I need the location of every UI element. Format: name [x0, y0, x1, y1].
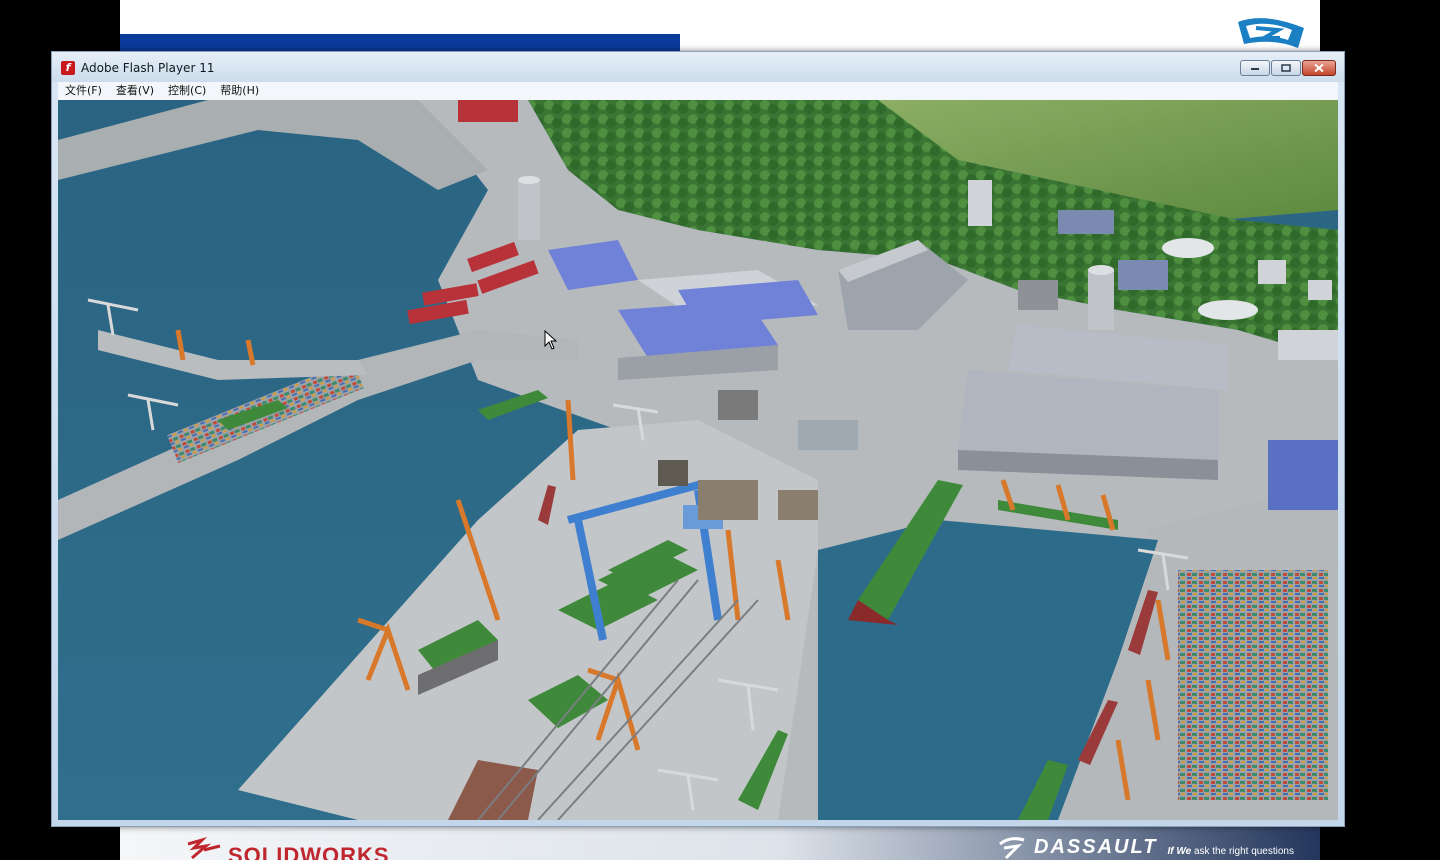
shipyard-scene: [58, 100, 1338, 820]
solidworks-mark-icon: [187, 836, 221, 860]
maximize-button[interactable]: [1271, 60, 1301, 76]
flash-player-window[interactable]: f Adobe Flash Player 11 文件(F) 查看(V) 控制(C…: [51, 51, 1345, 827]
menu-file[interactable]: 文件(F): [58, 82, 109, 100]
menu-control[interactable]: 控制(C): [161, 82, 213, 100]
minimize-button[interactable]: [1240, 60, 1270, 76]
flash-player-icon: f: [61, 61, 75, 75]
slide-header-bar: [120, 34, 680, 52]
window-title: Adobe Flash Player 11: [81, 61, 215, 75]
tagline-text: ask the right questions: [1193, 845, 1294, 857]
close-button[interactable]: [1302, 60, 1336, 76]
slide-footer: SOLIDWORKS DASSAULT If We ask the right …: [120, 826, 1320, 860]
window-controls: [1240, 60, 1336, 76]
dassault-logo: DASSAULT If We ask the right questions: [996, 834, 1294, 860]
flash-content-area[interactable]: [58, 100, 1338, 820]
container-stacks-right: [1178, 570, 1328, 800]
slide-header-bar-tip: [660, 34, 680, 52]
title-bar[interactable]: f Adobe Flash Player 11: [52, 52, 1344, 82]
menu-bar: 文件(F) 查看(V) 控制(C) 帮助(H): [58, 82, 1338, 100]
tagline-bold: If We: [1167, 845, 1192, 857]
close-icon: [1314, 63, 1324, 73]
dassault-mark-icon: [999, 837, 1025, 860]
minimize-icon: [1251, 68, 1259, 70]
ds-logo-icon: [1238, 18, 1304, 48]
solidworks-logo-text: SOLIDWORKS: [228, 844, 390, 860]
dassault-logo-text: DASSAULT: [1034, 835, 1158, 858]
maximize-icon: [1281, 64, 1291, 72]
solidworks-logo: SOLIDWORKS: [184, 836, 390, 860]
menu-help[interactable]: 帮助(H): [213, 82, 266, 100]
dassault-tagline: If We ask the right questions: [1167, 846, 1294, 857]
menu-view[interactable]: 查看(V): [109, 82, 161, 100]
solar-panel-array: [1268, 440, 1338, 510]
mouse-cursor-icon: [544, 330, 558, 350]
